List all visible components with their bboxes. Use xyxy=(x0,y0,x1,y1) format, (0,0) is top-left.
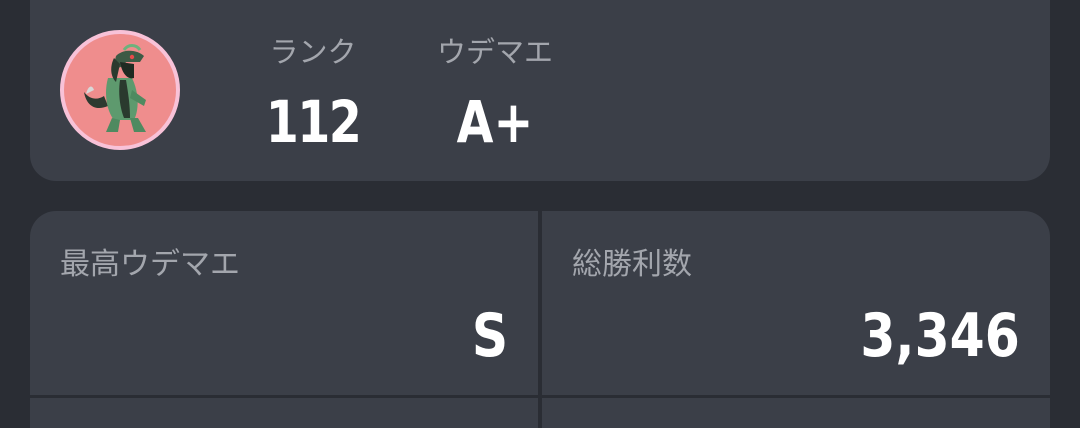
max-udemae-tile: 最高ウデマエ S xyxy=(30,211,538,395)
total-wins-value: 3,346 xyxy=(860,301,1020,371)
next-tile-right xyxy=(542,398,1050,428)
max-udemae-label: 最高ウデマエ xyxy=(60,247,240,282)
udemae-stat: ウデマエ A+ xyxy=(430,34,560,154)
max-udemae-value: S xyxy=(471,301,508,371)
lizard-character-icon xyxy=(64,34,176,146)
udemae-value: A+ xyxy=(456,88,534,156)
udemae-label: ウデマエ xyxy=(436,35,553,69)
rank-stat: ランク 112 xyxy=(238,34,388,154)
avatar[interactable] xyxy=(60,30,180,150)
rank-label: ランク xyxy=(269,35,357,69)
profile-card: ランク 112 ウデマエ A+ xyxy=(30,0,1050,181)
total-wins-label: 総勝利数 xyxy=(572,247,692,282)
next-tile-left xyxy=(30,398,538,428)
rank-value: 112 xyxy=(265,88,362,156)
total-wins-tile: 総勝利数 3,346 xyxy=(542,211,1050,395)
